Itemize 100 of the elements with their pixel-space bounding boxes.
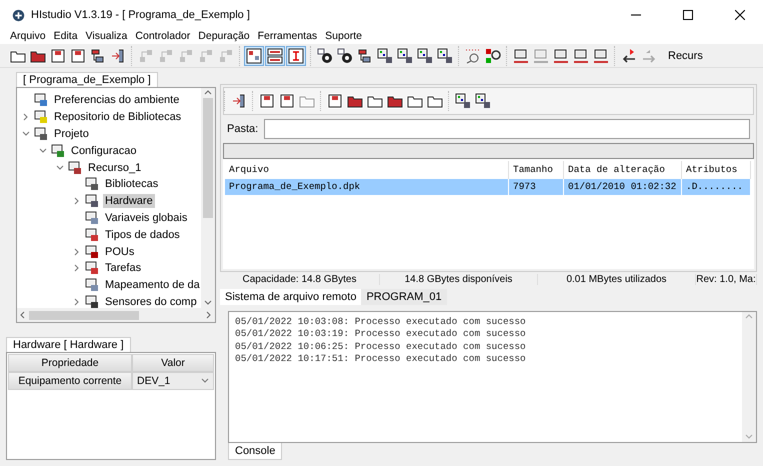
toolbar-button[interactable] <box>315 46 334 66</box>
menu-item[interactable]: Depuração <box>194 30 254 44</box>
log-line: 05/01/2022 10:06:25: Processo executado com sucesso <box>235 340 527 354</box>
status-text: 14.8 GBytes disponíveis <box>380 274 538 285</box>
tree-item[interactable]: Tipos de dados <box>103 228 182 242</box>
toolbar-button[interactable] <box>375 46 394 66</box>
tree-node-icon <box>84 260 100 276</box>
toolbar-button[interactable] <box>435 46 454 66</box>
toolbar-button[interactable] <box>415 46 434 66</box>
tree-item[interactable]: Bibliotecas <box>103 177 160 192</box>
column-header: Propriedade <box>8 354 132 372</box>
toolbar-button[interactable] <box>335 46 354 66</box>
toolbar-button[interactable] <box>473 91 492 111</box>
tree-item[interactable]: Preferencias do ambiente <box>52 93 182 108</box>
menu-item[interactable]: Controlador <box>131 30 194 44</box>
grid-icon <box>474 93 490 109</box>
tree-node-icon <box>84 226 100 243</box>
column-header: Valor <box>132 354 214 372</box>
value-dropdown[interactable]: DEV_1 <box>132 372 214 390</box>
property-name: Equipamento corrente <box>8 372 132 390</box>
table-cell[interactable]: 01/01/2010 01:02:32 <box>564 179 682 195</box>
caret-icon <box>201 378 209 384</box>
tree-item[interactable]: Configuracao <box>69 144 138 158</box>
grid-icon <box>454 93 470 109</box>
toolbar-button[interactable] <box>265 46 285 66</box>
panel-tab[interactable]: [ Programa_de_Exemplo ] <box>16 72 158 87</box>
tree-node-icon <box>84 294 100 308</box>
exit-door-icon <box>230 93 246 109</box>
menu-item[interactable]: Ferramentas <box>254 30 322 44</box>
tree-item[interactable]: Mapeamento de da <box>103 278 201 292</box>
close-icon <box>735 10 745 20</box>
menu-item[interactable]: Visualiza <box>82 30 132 44</box>
toolbar-button[interactable] <box>453 91 472 111</box>
tree-item[interactable]: Hardware <box>103 194 155 208</box>
grid-icon <box>436 48 452 64</box>
network-icon <box>90 48 106 64</box>
monitor-icon <box>592 48 608 64</box>
list-view-icon <box>267 48 283 64</box>
tree-node-icon <box>84 176 100 192</box>
gear-icon <box>316 48 332 64</box>
monitor-icon <box>552 48 568 64</box>
status-text: 0.01 MBytes utilizados <box>538 274 696 285</box>
scrollbar[interactable] <box>17 308 215 322</box>
monitor-icon <box>512 48 528 64</box>
menu-item[interactable]: Suporte <box>321 30 366 44</box>
log-line: 05/01/2022 10:03:19: Processo executado com sucesso <box>235 328 527 341</box>
tree-item[interactable]: Variaveis globais <box>103 210 190 225</box>
tree-node-icon <box>67 160 83 176</box>
toolbar-button[interactable] <box>395 46 414 66</box>
toolbar-label[interactable]: Recurs <box>662 50 703 62</box>
tree-node-icon <box>84 210 100 226</box>
node-graph-icon <box>218 48 234 64</box>
app-logo-icon <box>12 8 25 22</box>
toolbar-button[interactable] <box>244 46 264 66</box>
exit-door-icon <box>110 48 126 64</box>
grid-icon <box>396 48 412 64</box>
node-graph-icon <box>158 48 174 64</box>
tab[interactable]: Sistema de arquivo remoto <box>220 289 362 305</box>
tree-node-icon <box>33 126 49 142</box>
window-title: HIstudio V1.3.19 - [ Programa_de_Exemplo ] <box>31 9 251 21</box>
node-graph-icon <box>198 48 214 64</box>
folder-input[interactable] <box>264 119 750 139</box>
maximize-icon <box>683 10 693 20</box>
tree-item[interactable]: Recurso_1 <box>86 160 144 175</box>
monitor-icon <box>532 48 548 64</box>
search-icon <box>484 48 500 64</box>
log-line: 05/01/2022 10:17:51: Processo executado com sucesso <box>235 353 527 366</box>
grid-icon <box>416 48 432 64</box>
table-cell[interactable]: Programa_de_Exemplo.dpk <box>225 179 509 195</box>
tree-item[interactable]: POUs <box>103 244 136 259</box>
binary-search-icon <box>464 48 480 64</box>
menu-item[interactable]: Arquivo <box>6 30 50 44</box>
node-graph-icon <box>138 48 154 64</box>
arrow-right-icon <box>640 48 656 64</box>
tree-node-icon <box>50 142 66 159</box>
panel-tab[interactable]: Hardware [ Hardware ] <box>6 337 131 352</box>
log-line: 05/01/2022 10:03:08: Processo executado com sucesso <box>235 316 527 328</box>
tab[interactable]: Console <box>228 443 282 460</box>
toolbar-button[interactable] <box>286 46 306 66</box>
tab[interactable]: PROGRAM_01 <box>361 289 447 305</box>
grid-icon <box>376 48 392 64</box>
menu-item[interactable]: Edita <box>50 30 82 44</box>
scrollbar[interactable] <box>201 88 215 308</box>
node-graph-icon <box>178 48 194 64</box>
tree-node-icon <box>84 244 100 260</box>
tree-item[interactable]: Sensores do comp <box>103 294 199 308</box>
status-text: Rev: 1.0, Ma: <box>696 274 757 285</box>
tree-node-icon <box>84 277 100 294</box>
tree-item[interactable]: Repositorio de Bibliotecas <box>52 110 184 124</box>
table-cell[interactable]: .D........ <box>682 179 751 195</box>
gear-icon <box>336 48 352 64</box>
table-cell[interactable]: 7973 <box>509 179 564 195</box>
tree-view-icon <box>246 48 262 64</box>
tree-item[interactable]: Tarefas <box>103 261 144 276</box>
network-icon <box>356 48 372 64</box>
tree-item[interactable]: Projeto <box>52 126 91 141</box>
arrow-left-icon <box>620 48 636 64</box>
text-cursor-icon <box>288 48 304 64</box>
folder-label: Pasta: <box>227 123 258 135</box>
tree-node-icon <box>84 193 100 210</box>
